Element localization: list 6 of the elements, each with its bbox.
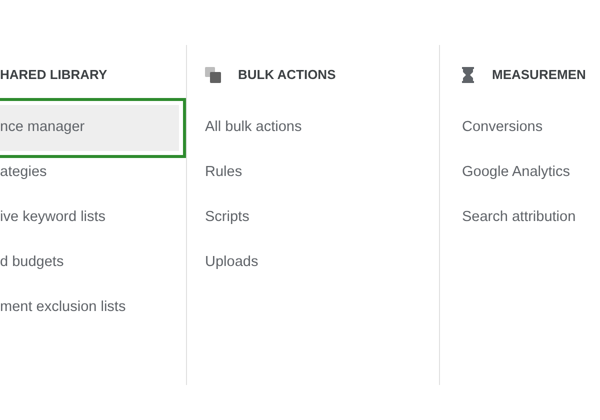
section-heading: HARED LIBRARY bbox=[0, 66, 108, 84]
section-heading: MEASUREMEN bbox=[492, 66, 586, 84]
menu-item[interactable]: nce manager bbox=[0, 98, 186, 158]
hourglass-icon bbox=[462, 67, 474, 83]
stacked-squares-icon bbox=[205, 67, 221, 83]
section-heading: BULK ACTIONS bbox=[238, 66, 336, 84]
